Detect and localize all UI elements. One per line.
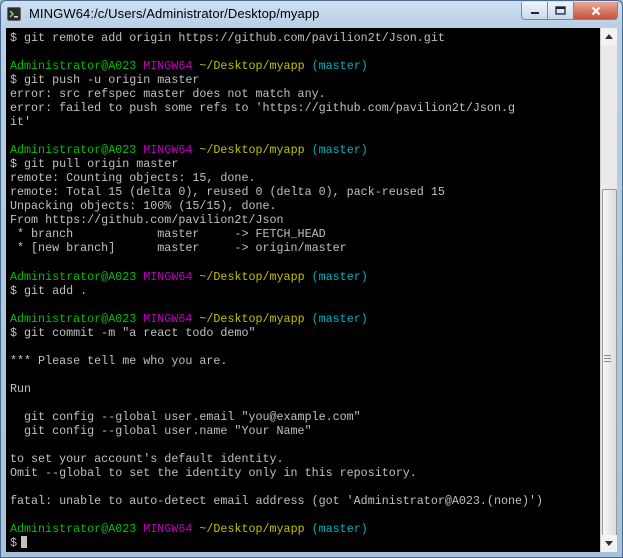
output-line: $ git commit -m "a react todo demo" <box>10 325 256 340</box>
output-line: to set your account's default identity. <box>10 451 284 466</box>
output-line: $ git push -u origin master <box>10 73 200 88</box>
output-line: it' <box>10 115 32 130</box>
output-line: fatal: unable to auto-detect email addre… <box>10 494 544 509</box>
input-line: $ <box>10 536 543 550</box>
prompt-branch: (master) <box>311 269 368 284</box>
scroll-down-button[interactable] <box>601 535 617 552</box>
minimize-button[interactable] <box>521 2 548 20</box>
prompt-shell: MINGW64 <box>143 143 193 158</box>
prompt-branch: (master) <box>311 311 368 326</box>
prompt-shell: MINGW64 <box>143 59 193 74</box>
prompt-path: ~/Desktop/myapp <box>199 311 305 326</box>
minimize-icon <box>530 11 539 14</box>
close-button[interactable] <box>574 2 618 20</box>
mingw-terminal-icon <box>7 7 21 21</box>
scroll-up-arrow-icon <box>605 34 613 39</box>
prompt-path: ~/Desktop/myapp <box>199 522 305 537</box>
scrollbar-thumb[interactable] <box>602 189 617 537</box>
output-line: git config --global user.name "Your Name… <box>10 423 312 438</box>
text-cursor[interactable] <box>21 536 28 549</box>
output-line: $ git pull origin master <box>10 157 179 172</box>
prompt-branch: (master) <box>311 143 368 158</box>
output-line: git config --global user.email "you@exam… <box>10 409 361 424</box>
scroll-down-arrow-icon <box>605 541 613 546</box>
prompt-line: Administrator@A023 MINGW64 ~/Desktop/mya… <box>10 270 543 284</box>
maximize-icon <box>555 6 566 15</box>
prompt-branch: (master) <box>311 59 368 74</box>
output-line: * [new branch] master -> origin/master <box>10 241 347 256</box>
prompt-user-host: Administrator@A023 <box>10 143 137 158</box>
output-line: *** Please tell me who you are. <box>10 353 228 368</box>
output-line: $ git add . <box>10 283 88 298</box>
prompt-user-host: Administrator@A023 <box>10 59 137 74</box>
prompt-path: ~/Desktop/myapp <box>199 59 305 74</box>
prompt-shell: MINGW64 <box>143 522 193 537</box>
prompt-user-host: Administrator@A023 <box>10 269 137 284</box>
output-line: error: src refspec master does not match… <box>10 87 326 102</box>
title-bar[interactable]: MINGW64:/c/Users/Administrator/Desktop/m… <box>1 1 622 27</box>
terminal-lines: $ git remote add origin https://github.c… <box>10 31 543 550</box>
prompt-line: Administrator@A023 MINGW64 ~/Desktop/mya… <box>10 59 543 73</box>
terminal-output[interactable]: $ git remote add origin https://github.c… <box>6 28 600 552</box>
prompt-user-host: Administrator@A023 <box>10 522 137 537</box>
output-line: remote: Counting objects: 15, done. <box>10 171 256 186</box>
maximize-button[interactable] <box>548 2 574 20</box>
prompt-shell: MINGW64 <box>143 311 193 326</box>
output-line: Omit --global to set the identity only i… <box>10 465 417 480</box>
prompt-path: ~/Desktop/myapp <box>199 143 305 158</box>
output-line: Unpacking objects: 100% (15/15), done. <box>10 199 277 214</box>
output-line: error: failed to push some refs to 'http… <box>10 101 515 116</box>
prompt-shell: MINGW64 <box>143 269 193 284</box>
prompt-branch: (master) <box>311 522 368 537</box>
input-prompt-symbol: $ <box>10 536 18 551</box>
output-line: $ git remote add origin https://github.c… <box>10 31 445 45</box>
prompt-line: Administrator@A023 MINGW64 ~/Desktop/mya… <box>10 143 543 157</box>
prompt-line: Administrator@A023 MINGW64 ~/Desktop/mya… <box>10 522 543 536</box>
scrollbar-grip-icon <box>604 355 611 356</box>
window-controls <box>521 2 618 21</box>
vertical-scrollbar[interactable] <box>600 28 617 552</box>
close-icon <box>591 6 600 15</box>
scroll-up-button[interactable] <box>601 28 617 45</box>
output-line: Run <box>10 381 32 396</box>
prompt-path: ~/Desktop/myapp <box>199 269 305 284</box>
prompt-line: Administrator@A023 MINGW64 ~/Desktop/mya… <box>10 312 543 326</box>
prompt-user-host: Administrator@A023 <box>10 311 137 326</box>
output-line: remote: Total 15 (delta 0), reused 0 (de… <box>10 185 445 200</box>
window-title: MINGW64:/c/Users/Administrator/Desktop/m… <box>29 6 320 21</box>
terminal-window: MINGW64:/c/Users/Administrator/Desktop/m… <box>0 0 623 558</box>
output-line: From https://github.com/pavilion2t/Json <box>10 213 284 228</box>
output-line: * branch master -> FETCH_HEAD <box>10 227 326 242</box>
